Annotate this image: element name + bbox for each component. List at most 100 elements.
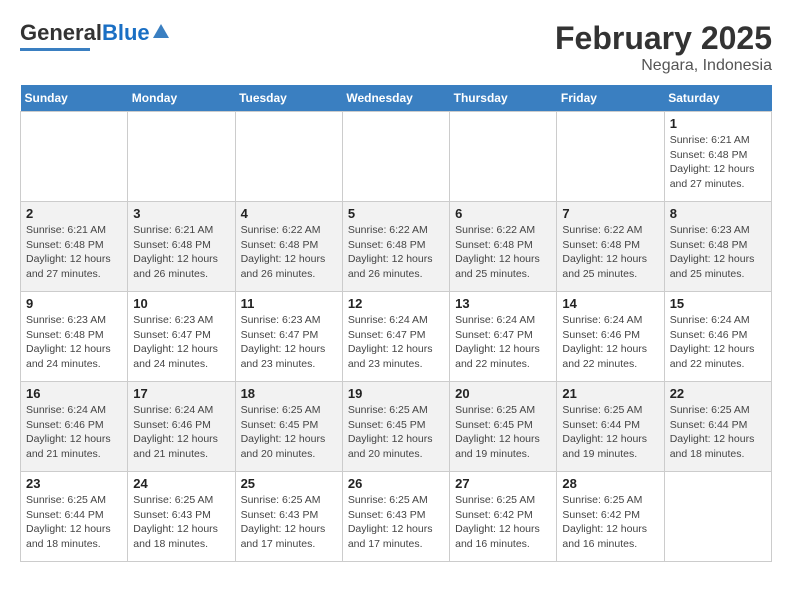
day-number: 20: [455, 386, 551, 401]
day-detail: Sunrise: 6:21 AM Sunset: 6:48 PM Dayligh…: [133, 223, 229, 282]
calendar-header-row: SundayMondayTuesdayWednesdayThursdayFrid…: [21, 85, 772, 112]
day-number: 22: [670, 386, 766, 401]
day-number: 7: [562, 206, 658, 221]
calendar-subtitle: Negara, Indonesia: [555, 57, 772, 75]
page-header: GeneralBlue February 2025 Negara, Indone…: [20, 20, 772, 75]
week-row-5: 23 Sunrise: 6:25 AM Sunset: 6:44 PM Dayli…: [21, 472, 772, 562]
calendar-cell: 10 Sunrise: 6:23 AM Sunset: 6:47 PM Dayli…: [128, 292, 235, 382]
day-number: 21: [562, 386, 658, 401]
day-number: 10: [133, 296, 229, 311]
calendar-cell: 6 Sunrise: 6:22 AM Sunset: 6:48 PM Daylig…: [450, 202, 557, 292]
calendar-cell: 9Sunrise: 6:23 AM Sunset: 6:48 PM Daylig…: [21, 292, 128, 382]
day-detail: Sunrise: 6:21 AM Sunset: 6:48 PM Dayligh…: [26, 223, 122, 282]
calendar-cell: 17 Sunrise: 6:24 AM Sunset: 6:46 PM Dayli…: [128, 382, 235, 472]
week-row-2: 2 Sunrise: 6:21 AM Sunset: 6:48 PM Daylig…: [21, 202, 772, 292]
calendar-cell: 13 Sunrise: 6:24 AM Sunset: 6:47 PM Dayli…: [450, 292, 557, 382]
day-number: 14: [562, 296, 658, 311]
day-number: 17: [133, 386, 229, 401]
calendar-title: February 2025: [555, 20, 772, 57]
day-number: 19: [348, 386, 444, 401]
calendar-cell: 1 Sunrise: 6:21 AM Sunset: 6:48 PM Daylig…: [664, 112, 771, 202]
day-number: 9: [26, 296, 122, 311]
day-detail: Sunrise: 6:25 AM Sunset: 6:45 PM Dayligh…: [241, 403, 337, 462]
day-detail: Sunrise: 6:25 AM Sunset: 6:43 PM Dayligh…: [241, 493, 337, 552]
day-detail: Sunrise: 6:24 AM Sunset: 6:47 PM Dayligh…: [455, 313, 551, 372]
day-number: 25: [241, 476, 337, 491]
calendar-cell: [557, 112, 664, 202]
day-detail: Sunrise: 6:23 AM Sunset: 6:47 PM Dayligh…: [241, 313, 337, 372]
calendar-cell: 14 Sunrise: 6:24 AM Sunset: 6:46 PM Dayli…: [557, 292, 664, 382]
calendar-body: 1 Sunrise: 6:21 AM Sunset: 6:48 PM Daylig…: [21, 112, 772, 562]
calendar-cell: 25 Sunrise: 6:25 AM Sunset: 6:43 PM Dayli…: [235, 472, 342, 562]
calendar-cell: 27 Sunrise: 6:25 AM Sunset: 6:42 PM Dayli…: [450, 472, 557, 562]
day-detail: Sunrise: 6:22 AM Sunset: 6:48 PM Dayligh…: [348, 223, 444, 282]
day-detail: Sunrise: 6:23 AM Sunset: 6:48 PM Dayligh…: [670, 223, 766, 282]
title-block: February 2025 Negara, Indonesia: [555, 20, 772, 75]
day-number: 23: [26, 476, 122, 491]
day-detail: Sunrise: 6:21 AM Sunset: 6:48 PM Dayligh…: [670, 133, 766, 192]
calendar-cell: 20 Sunrise: 6:25 AM Sunset: 6:45 PM Dayli…: [450, 382, 557, 472]
header-friday: Friday: [557, 85, 664, 112]
header-monday: Monday: [128, 85, 235, 112]
calendar-cell: 18Sunrise: 6:25 AM Sunset: 6:45 PM Dayli…: [235, 382, 342, 472]
day-detail: Sunrise: 6:25 AM Sunset: 6:44 PM Dayligh…: [26, 493, 122, 552]
day-number: 5: [348, 206, 444, 221]
calendar-cell: 7 Sunrise: 6:22 AM Sunset: 6:48 PM Daylig…: [557, 202, 664, 292]
day-detail: Sunrise: 6:24 AM Sunset: 6:46 PM Dayligh…: [562, 313, 658, 372]
day-detail: Sunrise: 6:25 AM Sunset: 6:45 PM Dayligh…: [348, 403, 444, 462]
calendar-cell: 21 Sunrise: 6:25 AM Sunset: 6:44 PM Dayli…: [557, 382, 664, 472]
day-detail: Sunrise: 6:25 AM Sunset: 6:42 PM Dayligh…: [562, 493, 658, 552]
day-number: 1: [670, 116, 766, 131]
calendar-cell: 22 Sunrise: 6:25 AM Sunset: 6:44 PM Dayli…: [664, 382, 771, 472]
calendar-cell: 3 Sunrise: 6:21 AM Sunset: 6:48 PM Daylig…: [128, 202, 235, 292]
day-number: 27: [455, 476, 551, 491]
calendar-cell: 8 Sunrise: 6:23 AM Sunset: 6:48 PM Daylig…: [664, 202, 771, 292]
day-number: 8: [670, 206, 766, 221]
header-tuesday: Tuesday: [235, 85, 342, 112]
calendar-cell: [450, 112, 557, 202]
week-row-1: 1 Sunrise: 6:21 AM Sunset: 6:48 PM Daylig…: [21, 112, 772, 202]
calendar-cell: 12Sunrise: 6:24 AM Sunset: 6:47 PM Dayli…: [342, 292, 449, 382]
header-wednesday: Wednesday: [342, 85, 449, 112]
day-detail: Sunrise: 6:24 AM Sunset: 6:46 PM Dayligh…: [133, 403, 229, 462]
calendar-cell: 11 Sunrise: 6:23 AM Sunset: 6:47 PM Dayli…: [235, 292, 342, 382]
day-number: 24: [133, 476, 229, 491]
day-detail: Sunrise: 6:22 AM Sunset: 6:48 PM Dayligh…: [455, 223, 551, 282]
calendar-table: SundayMondayTuesdayWednesdayThursdayFrid…: [20, 85, 772, 562]
calendar-cell: 19 Sunrise: 6:25 AM Sunset: 6:45 PM Dayli…: [342, 382, 449, 472]
day-detail: Sunrise: 6:22 AM Sunset: 6:48 PM Dayligh…: [241, 223, 337, 282]
day-detail: Sunrise: 6:25 AM Sunset: 6:45 PM Dayligh…: [455, 403, 551, 462]
day-number: 13: [455, 296, 551, 311]
calendar-cell: [342, 112, 449, 202]
logo-text: GeneralBlue: [20, 20, 150, 46]
day-detail: Sunrise: 6:25 AM Sunset: 6:42 PM Dayligh…: [455, 493, 551, 552]
day-number: 4: [241, 206, 337, 221]
day-number: 6: [455, 206, 551, 221]
calendar-cell: 24Sunrise: 6:25 AM Sunset: 6:43 PM Dayli…: [128, 472, 235, 562]
day-detail: Sunrise: 6:24 AM Sunset: 6:46 PM Dayligh…: [26, 403, 122, 462]
day-number: 26: [348, 476, 444, 491]
calendar-cell: 5 Sunrise: 6:22 AM Sunset: 6:48 PM Daylig…: [342, 202, 449, 292]
day-number: 16: [26, 386, 122, 401]
day-detail: Sunrise: 6:25 AM Sunset: 6:44 PM Dayligh…: [670, 403, 766, 462]
week-row-3: 9Sunrise: 6:23 AM Sunset: 6:48 PM Daylig…: [21, 292, 772, 382]
calendar-cell: 23 Sunrise: 6:25 AM Sunset: 6:44 PM Dayli…: [21, 472, 128, 562]
day-detail: Sunrise: 6:22 AM Sunset: 6:48 PM Dayligh…: [562, 223, 658, 282]
day-detail: Sunrise: 6:23 AM Sunset: 6:47 PM Dayligh…: [133, 313, 229, 372]
header-sunday: Sunday: [21, 85, 128, 112]
day-number: 11: [241, 296, 337, 311]
day-number: 2: [26, 206, 122, 221]
header-thursday: Thursday: [450, 85, 557, 112]
calendar-cell: 26Sunrise: 6:25 AM Sunset: 6:43 PM Dayli…: [342, 472, 449, 562]
calendar-cell: [128, 112, 235, 202]
calendar-cell: 15Sunrise: 6:24 AM Sunset: 6:46 PM Dayli…: [664, 292, 771, 382]
logo: GeneralBlue: [20, 20, 170, 51]
calendar-cell: 28 Sunrise: 6:25 AM Sunset: 6:42 PM Dayli…: [557, 472, 664, 562]
day-detail: Sunrise: 6:24 AM Sunset: 6:47 PM Dayligh…: [348, 313, 444, 372]
calendar-cell: 16 Sunrise: 6:24 AM Sunset: 6:46 PM Dayli…: [21, 382, 128, 472]
day-number: 28: [562, 476, 658, 491]
day-detail: Sunrise: 6:25 AM Sunset: 6:44 PM Dayligh…: [562, 403, 658, 462]
day-number: 3: [133, 206, 229, 221]
header-saturday: Saturday: [664, 85, 771, 112]
week-row-4: 16 Sunrise: 6:24 AM Sunset: 6:46 PM Dayli…: [21, 382, 772, 472]
